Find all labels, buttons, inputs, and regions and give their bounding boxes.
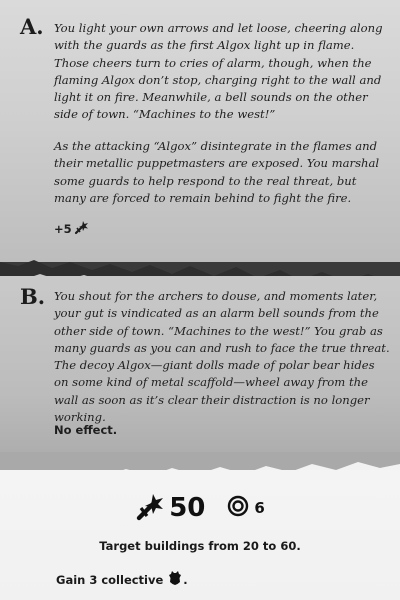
- gain-resource-line: Gain 3 collective .: [56, 570, 188, 589]
- option-b-paragraph-1: You shout for the archers to douse, and …: [54, 289, 390, 425]
- option-b-effect-text: No effect.: [54, 423, 118, 437]
- option-b-letter: B.: [20, 284, 46, 309]
- option-a-letter: A.: [20, 14, 44, 39]
- option-a-effect-value: +5: [54, 221, 72, 236]
- target-value: 6: [254, 499, 265, 517]
- target-icon: [227, 495, 249, 521]
- outcome-stats: 50 6: [0, 490, 400, 526]
- option-b-effect: No effect.: [54, 423, 117, 437]
- hide-resource-icon: [167, 570, 183, 589]
- option-a-effect: +5: [54, 219, 90, 238]
- option-b-panel: B. You shout for the archers to douse, a…: [0, 276, 400, 472]
- soldiers-icon: [74, 219, 90, 238]
- option-a-panel: A. You light your own arrows and let loo…: [0, 0, 400, 262]
- soldiers-icon: [135, 490, 167, 526]
- gain-text: Gain 3 collective: [56, 572, 164, 587]
- target-buildings-text: Target buildings from 20 to 60.: [99, 539, 301, 553]
- option-a-paragraph-1: You light your own arrows and let loose,…: [54, 21, 383, 122]
- option-a-paragraph-2: As the attacking “Algox” disintegrate in…: [54, 139, 380, 205]
- soldiers-value: 50: [169, 493, 206, 523]
- gain-suffix: .: [183, 572, 188, 587]
